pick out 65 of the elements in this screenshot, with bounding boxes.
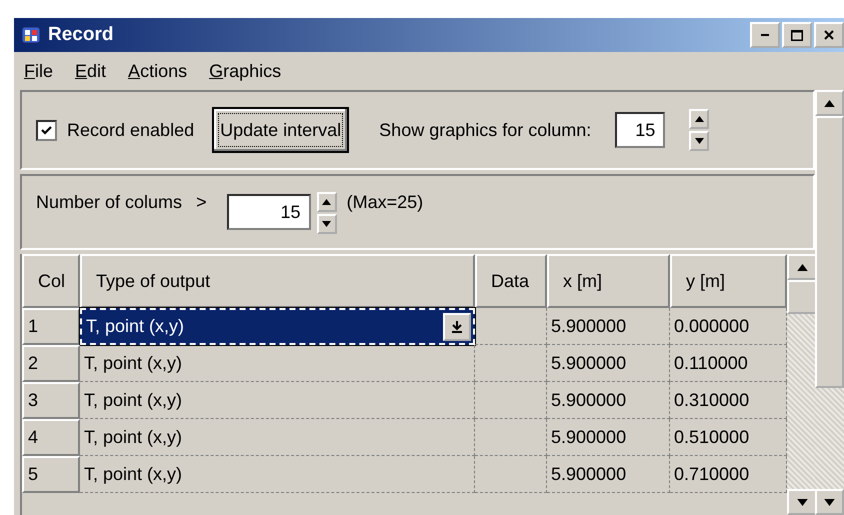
spin-up-button[interactable]	[316, 192, 337, 212]
menu-item[interactable]: Actions	[128, 60, 188, 82]
checkbox-label: Record enabled	[67, 120, 194, 140]
spin-down-button[interactable]	[316, 214, 337, 234]
spin-down-button[interactable]	[689, 131, 710, 151]
table-cell	[475, 345, 547, 382]
down-arrow-icon	[322, 221, 332, 227]
column-header[interactable]: Col	[22, 254, 80, 308]
up-arrow-icon	[824, 100, 835, 106]
input-field[interactable]: 15	[615, 112, 666, 148]
table-cell	[475, 456, 547, 493]
dropdown-button[interactable]	[443, 312, 471, 340]
table-cell[interactable]: T, point (x,y)	[80, 382, 475, 419]
down-arrow-icon	[824, 498, 835, 506]
menu-item[interactable]: Graphics	[209, 60, 282, 82]
maximize-icon	[791, 30, 803, 40]
up-arrow-icon	[322, 199, 332, 205]
scroll-up-button[interactable]	[815, 90, 844, 116]
checkmark-icon	[41, 126, 52, 134]
table-cell: 5.900000	[547, 345, 670, 382]
scroll-down-button[interactable]	[787, 489, 815, 515]
field-label: Number of colums	[36, 192, 182, 213]
app-icon	[20, 24, 42, 46]
menu-item[interactable]: File	[24, 60, 54, 82]
row-header: 5	[22, 456, 80, 493]
update-interval-button[interactable]: Update interval	[212, 107, 350, 153]
row-header: 4	[22, 419, 80, 456]
scroll-down-button[interactable]	[815, 489, 844, 515]
table-cell[interactable]: T, point (x,y)	[80, 419, 475, 456]
download-arrow-icon	[452, 320, 462, 332]
table-cell[interactable]: T, point (x,y)	[80, 456, 475, 493]
up-arrow-icon	[796, 264, 808, 270]
menu-item[interactable]: Edit	[75, 60, 106, 82]
max-label: (Max=25)	[346, 192, 424, 213]
maximize-button[interactable]	[782, 22, 812, 48]
table-cell: 5.900000	[547, 456, 670, 493]
row-header: 3	[22, 382, 80, 419]
checkbox[interactable]	[36, 120, 57, 140]
window-title: Record	[48, 24, 114, 46]
up-arrow-icon	[694, 116, 704, 122]
minimize-icon	[761, 34, 769, 36]
scrollbar-thumb[interactable]	[815, 116, 844, 388]
table-cell	[475, 308, 547, 345]
input-field[interactable]: 15	[226, 194, 311, 230]
minimize-button[interactable]	[750, 22, 780, 48]
table-cell: 5.900000	[547, 382, 670, 419]
table-cell: 5.900000	[547, 419, 670, 456]
close-button[interactable]	[814, 22, 844, 48]
spin-up-button[interactable]	[689, 109, 710, 129]
column-header[interactable]: Data	[475, 254, 547, 308]
table-cell[interactable]: T, point (x,y)	[80, 345, 475, 382]
scrollbar-thumb[interactable]	[787, 280, 815, 314]
down-arrow-icon	[796, 498, 808, 506]
column-header[interactable]: y [m]	[670, 254, 787, 308]
scroll-up-button[interactable]	[787, 254, 815, 280]
table-cell[interactable]: T, point (x,y)	[80, 308, 475, 345]
column-header[interactable]: x [m]	[547, 254, 670, 308]
arrow-label: >	[196, 192, 207, 213]
close-icon	[824, 30, 834, 40]
down-arrow-icon	[694, 138, 704, 144]
field-label: Show graphics for column:	[379, 120, 592, 140]
table-cell	[475, 382, 547, 419]
table-cell	[475, 419, 547, 456]
row-header: 2	[22, 345, 80, 382]
table-cell: 5.900000	[547, 308, 670, 345]
